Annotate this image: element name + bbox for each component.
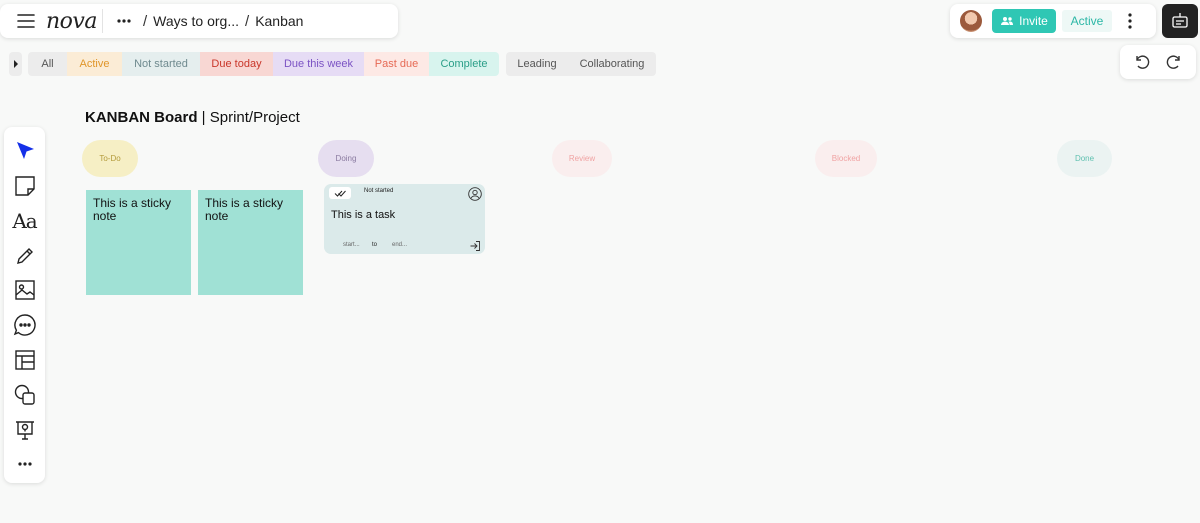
filter-due-this-week[interactable]: Due this week bbox=[273, 52, 364, 76]
history-controls bbox=[1120, 45, 1196, 79]
board-title[interactable]: KANBAN Board | Sprint/Project bbox=[85, 109, 300, 126]
board-title-rest: | Sprint/Project bbox=[197, 109, 300, 126]
filter-complete[interactable]: Complete bbox=[429, 52, 499, 76]
filter-expand-button[interactable] bbox=[9, 52, 22, 76]
caret-right-icon bbox=[13, 60, 18, 68]
image-icon[interactable] bbox=[10, 274, 40, 306]
invite-label: Invite bbox=[1019, 14, 1048, 28]
filter-past-due[interactable]: Past due bbox=[364, 52, 429, 76]
breadcrumb-separator: / bbox=[143, 12, 148, 30]
breadcrumb-item-current[interactable]: Kanban bbox=[255, 13, 303, 29]
select-cursor-icon[interactable] bbox=[10, 135, 40, 167]
assignee-icon[interactable] bbox=[468, 187, 482, 201]
sticky-note[interactable]: This is a sticky note bbox=[198, 190, 303, 295]
status-filter-group: All Active Not started Due today Due thi… bbox=[28, 52, 499, 76]
task-end-date[interactable]: end... bbox=[392, 242, 407, 248]
sticky-note-icon[interactable] bbox=[10, 170, 40, 202]
board-title-bold: KANBAN Board bbox=[85, 109, 198, 126]
kebab-menu-icon[interactable] bbox=[1124, 10, 1136, 32]
breadcrumb-item-parent[interactable]: Ways to org... bbox=[153, 13, 239, 29]
task-card[interactable]: Not started This is a task start... to e… bbox=[324, 184, 485, 254]
task-date-separator: to bbox=[372, 242, 378, 248]
sticky-note[interactable]: This is a sticky note bbox=[86, 190, 191, 295]
collaboration-bar: Invite Active bbox=[950, 4, 1156, 38]
column-header-blocked[interactable]: Blocked bbox=[815, 140, 877, 177]
invite-button[interactable]: Invite bbox=[992, 9, 1056, 33]
avatar[interactable] bbox=[960, 10, 982, 32]
app-logo[interactable]: nova bbox=[46, 9, 98, 34]
filter-active[interactable]: Active bbox=[67, 52, 122, 76]
breadcrumb-separator: / bbox=[245, 12, 250, 30]
filter-collaborating[interactable]: Collaborating bbox=[568, 52, 656, 76]
board-status-button[interactable]: Active bbox=[1062, 10, 1112, 32]
hamburger-menu-icon[interactable] bbox=[8, 4, 44, 38]
users-icon bbox=[1001, 17, 1014, 25]
left-toolbar: Aa bbox=[4, 127, 45, 483]
header-bar: nova / Ways to org... / Kanban bbox=[0, 4, 398, 38]
filter-due-today[interactable]: Due today bbox=[200, 52, 273, 76]
shapes-icon[interactable] bbox=[10, 379, 40, 411]
redo-icon[interactable] bbox=[1162, 50, 1186, 74]
role-filter-group: Leading Collaborating bbox=[506, 52, 656, 76]
filter-not-started[interactable]: Not started bbox=[122, 52, 200, 76]
column-header-doing[interactable]: Doing bbox=[318, 140, 374, 177]
more-tools-icon[interactable] bbox=[10, 448, 40, 480]
table-icon[interactable] bbox=[10, 344, 40, 376]
task-status[interactable]: Not started bbox=[364, 188, 393, 194]
breadcrumb-more-icon[interactable] bbox=[111, 8, 137, 34]
filter-leading[interactable]: Leading bbox=[506, 52, 568, 76]
open-task-icon[interactable] bbox=[469, 239, 481, 251]
divider bbox=[102, 9, 103, 33]
double-check-icon bbox=[334, 190, 346, 197]
presentation-icon[interactable] bbox=[10, 413, 40, 445]
task-start-date[interactable]: start... bbox=[343, 242, 360, 248]
task-title[interactable]: This is a task bbox=[331, 209, 395, 221]
text-tool-label: Aa bbox=[12, 208, 37, 233]
comment-icon[interactable] bbox=[10, 309, 40, 341]
column-header-done[interactable]: Done bbox=[1057, 140, 1112, 177]
column-header-review[interactable]: Review bbox=[552, 140, 612, 177]
text-icon[interactable]: Aa bbox=[10, 205, 40, 237]
task-complete-toggle[interactable] bbox=[329, 187, 351, 199]
present-icon bbox=[1172, 13, 1188, 28]
undo-icon[interactable] bbox=[1130, 50, 1154, 74]
presentation-mode-button[interactable] bbox=[1162, 4, 1198, 38]
column-header-todo[interactable]: To-Do bbox=[82, 140, 138, 177]
pen-icon[interactable] bbox=[10, 239, 40, 271]
filter-all[interactable]: All bbox=[28, 52, 67, 76]
